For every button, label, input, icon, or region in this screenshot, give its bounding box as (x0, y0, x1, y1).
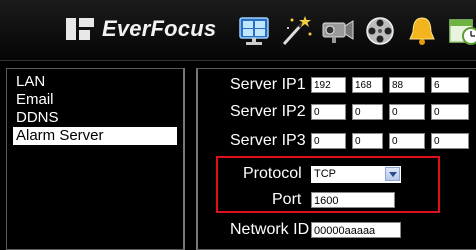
server-ip2-row: Server IP2 (230, 102, 306, 122)
protocol-value: TCP (314, 168, 336, 180)
server-ip1-octet-2[interactable]: 168 (352, 77, 383, 93)
server-ip2-octet-3[interactable]: 0 (389, 104, 425, 120)
menu-item-alarm-server[interactable]: Alarm Server (13, 127, 177, 145)
settings-menu-panel: LAN Email DDNS Alarm Server (6, 68, 185, 250)
film-reel-icon[interactable] (362, 14, 398, 48)
server-ip3-label: Server IP3 (230, 132, 306, 149)
magic-wand-icon[interactable] (278, 14, 314, 48)
server-ip2-label: Server IP2 (230, 103, 306, 120)
network-id-row: Network ID (230, 220, 309, 240)
bell-icon[interactable] (404, 14, 440, 48)
server-ip3-octet-1[interactable]: 0 (311, 133, 346, 149)
top-bar: EverFocus (0, 0, 476, 61)
port-input[interactable]: 1600 (311, 192, 395, 208)
server-ip1-octet-1[interactable]: 192 (311, 77, 346, 93)
server-ip2-octet-1[interactable]: 0 (311, 104, 346, 120)
server-ip3-row: Server IP3 (230, 131, 306, 151)
chevron-down-icon[interactable] (385, 167, 400, 181)
protocol-label: Protocol (243, 165, 302, 182)
everfocus-logo: EverFocus (66, 13, 216, 45)
server-ip1-label: Server IP1 (230, 76, 306, 93)
protocol-select[interactable]: TCP (311, 166, 401, 183)
logo-mark-icon (66, 18, 94, 40)
server-ip1-row: Server IP1 (230, 75, 306, 95)
server-ip1-octet-4[interactable]: 6 (431, 77, 469, 93)
menu-item-lan[interactable]: LAN (13, 73, 177, 91)
server-ip1-octet-3[interactable]: 88 (389, 77, 425, 93)
server-ip3-octet-3[interactable]: 0 (389, 133, 425, 149)
settings-menu: LAN Email DDNS Alarm Server (13, 73, 177, 145)
server-ip2-octet-4[interactable]: 0 (431, 104, 469, 120)
network-id-label: Network ID (230, 221, 310, 238)
server-ip3-octet-2[interactable]: 0 (352, 133, 383, 149)
port-row: Port (272, 190, 301, 210)
brand-name: EverFocus (102, 16, 217, 41)
menu-item-email[interactable]: Email (13, 91, 177, 109)
server-ip3-octet-4[interactable]: 0 (431, 133, 469, 149)
schedule-icon[interactable] (446, 14, 476, 48)
protocol-row: Protocol (243, 164, 302, 184)
server-ip2-octet-2[interactable]: 0 (352, 104, 383, 120)
port-label: Port (272, 191, 302, 208)
network-id-input[interactable]: 00000aaaaa (311, 222, 401, 238)
network-icon[interactable] (236, 14, 272, 48)
camera-icon[interactable] (320, 14, 356, 48)
menu-item-ddns[interactable]: DDNS (13, 109, 177, 127)
